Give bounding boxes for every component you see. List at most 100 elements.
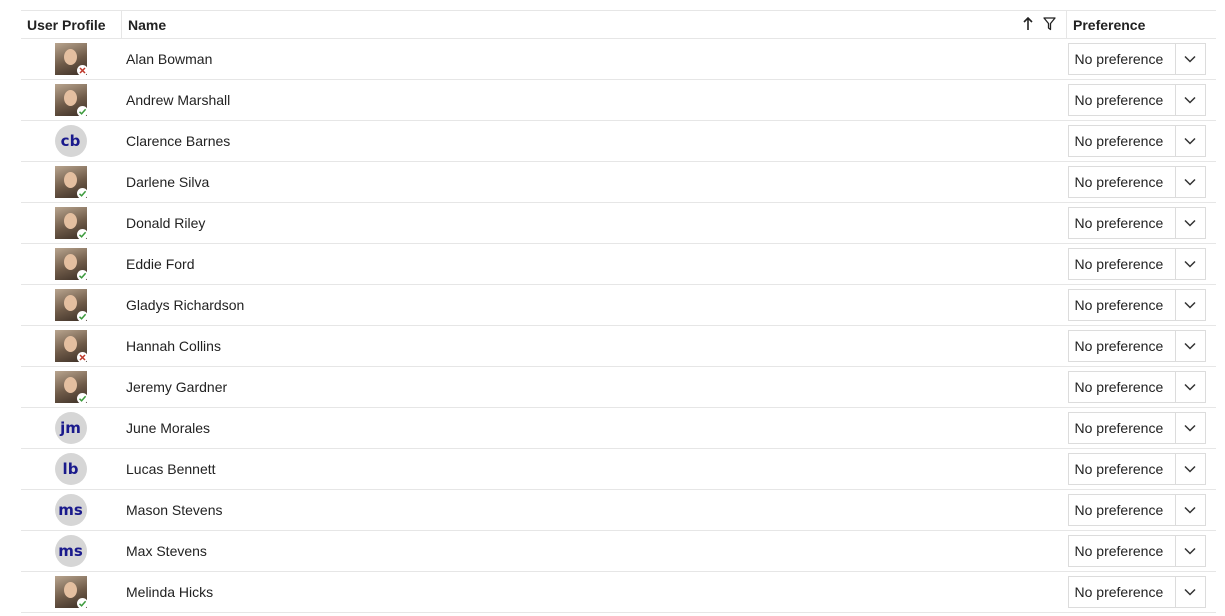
user-profile-cell [21, 576, 120, 609]
preference-dropdown[interactable]: No preference [1067, 248, 1206, 280]
chevron-down-icon[interactable] [1174, 208, 1205, 238]
table-row[interactable]: Andrew Marshall No preference [21, 80, 1216, 121]
avatar: ms [54, 535, 87, 567]
chevron-down-icon[interactable] [1174, 126, 1205, 156]
chevron-down-icon[interactable] [1174, 331, 1205, 361]
preference-value: No preference [1074, 379, 1164, 395]
column-header-name-label: Name [128, 16, 167, 33]
chevron-down-icon[interactable] [1174, 85, 1205, 115]
user-name: Mason Stevens [126, 502, 223, 518]
user-name: Alan Bowman [126, 51, 213, 67]
preference-dropdown[interactable]: No preference [1067, 207, 1206, 239]
column-header-user-profile[interactable]: User Profile [21, 11, 121, 38]
table-row[interactable]: Hannah Collins No preference [21, 326, 1216, 367]
avatar-initials: lb [54, 453, 87, 485]
user-profile-cell: cb [21, 125, 120, 157]
table-row[interactable]: Donald Riley No preference [21, 203, 1216, 244]
avatar-face [63, 295, 77, 311]
user-name: Hannah Collins [126, 338, 221, 354]
grid-header: User Profile Name Preference [21, 10, 1216, 39]
filter-icon[interactable] [1043, 17, 1056, 31]
table-row[interactable]: lb Lucas Bennett No preference [21, 449, 1216, 490]
chevron-down-icon[interactable] [1174, 290, 1205, 320]
preference-value: No preference [1074, 51, 1164, 67]
table-row[interactable]: Darlene Silva No preference [21, 162, 1216, 203]
preference-dropdown[interactable]: No preference [1067, 43, 1206, 75]
user-profile-cell: lb [21, 453, 120, 485]
preference-dropdown[interactable]: No preference [1067, 412, 1206, 444]
avatar-face [63, 582, 77, 598]
table-row[interactable]: jm June Morales No preference [21, 408, 1216, 449]
preference-dropdown[interactable]: No preference [1067, 494, 1206, 526]
preference-dropdown[interactable]: No preference [1067, 289, 1206, 321]
preference-cell: No preference [1062, 43, 1217, 75]
online-status-icon [76, 229, 88, 240]
avatar [54, 166, 88, 199]
table-row[interactable]: Jeremy Gardner No preference [21, 367, 1216, 408]
preference-dropdown[interactable]: No preference [1067, 535, 1206, 567]
preference-value: No preference [1074, 543, 1164, 559]
users-grid: User Profile Name Preference Alan Bowman… [21, 10, 1216, 613]
user-profile-cell: ms [21, 535, 120, 567]
table-row[interactable]: Eddie Ford No preference [21, 244, 1216, 285]
user-profile-cell [21, 84, 120, 117]
preference-value: No preference [1074, 338, 1164, 354]
preference-dropdown[interactable]: No preference [1067, 453, 1206, 485]
chevron-down-icon[interactable] [1174, 167, 1205, 197]
table-row[interactable]: Gladys Richardson No preference [21, 285, 1216, 326]
column-header-name[interactable]: Name [121, 11, 1066, 38]
chevron-down-icon[interactable] [1174, 249, 1205, 279]
table-row[interactable]: Melinda Hicks No preference [21, 572, 1216, 613]
chevron-down-icon[interactable] [1174, 577, 1205, 607]
avatar [54, 207, 88, 240]
avatar-face [63, 172, 77, 188]
preference-cell: No preference [1062, 166, 1217, 198]
preference-value: No preference [1074, 256, 1164, 272]
preference-value: No preference [1074, 133, 1164, 149]
chevron-down-icon[interactable] [1174, 44, 1205, 74]
sort-ascending-icon[interactable] [1023, 17, 1033, 31]
avatar-initials: ms [54, 535, 87, 567]
user-profile-cell: jm [21, 412, 120, 444]
user-name: Eddie Ford [126, 256, 195, 272]
user-name: Andrew Marshall [126, 92, 231, 108]
preference-dropdown[interactable]: No preference [1067, 576, 1206, 608]
avatar-initials: ms [54, 494, 87, 526]
avatar: jm [54, 412, 87, 444]
preference-dropdown[interactable]: No preference [1067, 166, 1206, 198]
chevron-down-icon[interactable] [1174, 372, 1205, 402]
preference-cell: No preference [1062, 576, 1217, 608]
user-profile-cell [21, 207, 120, 240]
column-header-preference[interactable]: Preference [1066, 11, 1216, 38]
preference-value: No preference [1074, 461, 1164, 477]
preference-dropdown[interactable]: No preference [1067, 330, 1206, 362]
preference-value: No preference [1074, 420, 1164, 436]
table-row[interactable]: cb Clarence Barnes No preference [21, 121, 1216, 162]
avatar [54, 84, 88, 117]
user-name: Max Stevens [126, 543, 207, 559]
preference-value: No preference [1074, 174, 1164, 190]
table-row[interactable]: Alan Bowman No preference [21, 39, 1216, 80]
chevron-down-icon[interactable] [1174, 454, 1205, 484]
preference-value: No preference [1074, 92, 1164, 108]
avatar: ms [54, 494, 87, 526]
avatar-face [63, 49, 77, 65]
chevron-down-icon[interactable] [1174, 413, 1205, 443]
avatar-face [63, 377, 77, 393]
preference-cell: No preference [1062, 125, 1217, 157]
preference-dropdown[interactable]: No preference [1067, 371, 1206, 403]
user-name: Jeremy Gardner [126, 379, 228, 395]
grid-body: Alan Bowman No preference Andrew Marshall N… [21, 39, 1216, 613]
online-status-icon [76, 393, 88, 404]
user-name: Melinda Hicks [126, 584, 214, 600]
preference-dropdown[interactable]: No preference [1067, 84, 1206, 116]
chevron-down-icon[interactable] [1174, 536, 1205, 566]
table-row[interactable]: ms Max Stevens No preference [21, 531, 1216, 572]
chevron-down-icon[interactable] [1174, 495, 1205, 525]
avatar-face [63, 213, 77, 229]
preference-dropdown[interactable]: No preference [1067, 125, 1206, 157]
preference-cell: No preference [1062, 289, 1217, 321]
user-name: Gladys Richardson [126, 297, 245, 313]
user-profile-cell [21, 330, 120, 363]
table-row[interactable]: ms Mason Stevens No preference [21, 490, 1216, 531]
